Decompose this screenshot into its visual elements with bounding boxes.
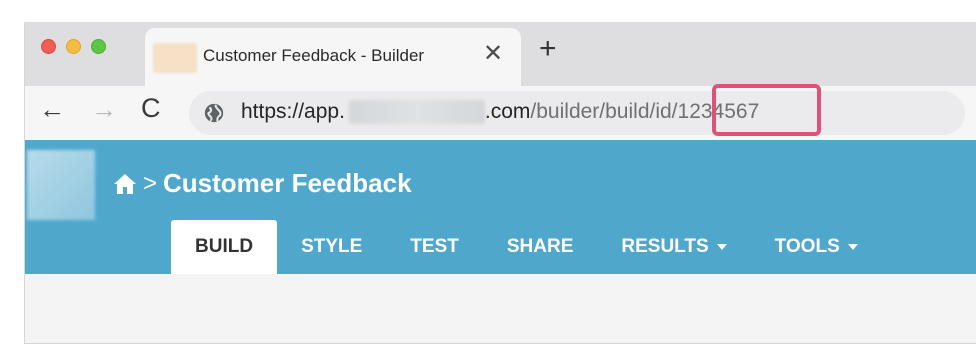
home-icon[interactable] xyxy=(113,173,137,195)
tab-test-label: TEST xyxy=(410,236,459,257)
tab-results[interactable]: RESULTS xyxy=(597,220,750,274)
browser-window: Customer Feedback - Builder ✕ + ← → C ht… xyxy=(24,22,976,344)
tab-style[interactable]: STYLE xyxy=(277,220,386,274)
tab-test[interactable]: TEST xyxy=(386,220,483,274)
breadcrumb: > Customer Feedback xyxy=(113,168,412,199)
tab-build-label: BUILD xyxy=(195,236,254,257)
tab-strip: Customer Feedback - Builder ✕ + xyxy=(25,22,976,86)
url-scheme-host: https://app. xyxy=(241,100,345,123)
browser-toolbar: ← → C https://app. .com /builder/build/i… xyxy=(25,86,976,140)
chevron-down-icon xyxy=(847,244,858,250)
app-logo xyxy=(27,150,95,220)
forward-icon[interactable]: → xyxy=(91,96,117,122)
tab-share-label: SHARE xyxy=(506,236,574,257)
maximize-window-button[interactable] xyxy=(91,39,106,54)
app-nav-tabs: BUILD STYLE TEST SHARE RESULTS TOOLS xyxy=(171,220,882,274)
tab-build[interactable]: BUILD xyxy=(171,220,278,274)
redacted-domain xyxy=(348,100,485,124)
url-text: https://app. .com /builder/build/id/ 123… xyxy=(241,100,759,124)
reload-icon[interactable]: C xyxy=(141,95,161,122)
tab-title: Customer Feedback - Builder xyxy=(203,46,425,65)
tab-share[interactable]: SHARE xyxy=(483,220,598,274)
address-bar[interactable]: https://app. .com /builder/build/id/ 123… xyxy=(189,91,965,135)
app-header: > Customer Feedback BUILD STYLE TEST SHA… xyxy=(25,140,976,274)
page-title: Customer Feedback xyxy=(163,168,412,198)
breadcrumb-separator: > xyxy=(143,169,158,197)
tab-style-label: STYLE xyxy=(301,236,363,257)
tab-tools[interactable]: TOOLS xyxy=(751,220,882,274)
chevron-down-icon xyxy=(716,244,727,250)
url-path: /builder/build/id/ xyxy=(530,100,678,123)
browser-tab[interactable]: Customer Feedback - Builder ✕ xyxy=(145,28,521,86)
content-area xyxy=(25,274,976,343)
new-tab-icon[interactable]: + xyxy=(539,34,557,64)
favicon-icon xyxy=(153,43,197,73)
close-tab-icon[interactable]: ✕ xyxy=(483,42,503,66)
close-window-button[interactable] xyxy=(41,39,56,54)
id-highlight-box xyxy=(712,84,821,136)
globe-icon xyxy=(204,103,224,123)
minimize-window-button[interactable] xyxy=(66,39,81,54)
back-icon[interactable]: ← xyxy=(39,96,65,122)
url-domain-suffix: .com xyxy=(484,100,531,123)
tab-tools-label: TOOLS xyxy=(774,236,840,257)
tab-results-label: RESULTS xyxy=(621,236,709,257)
